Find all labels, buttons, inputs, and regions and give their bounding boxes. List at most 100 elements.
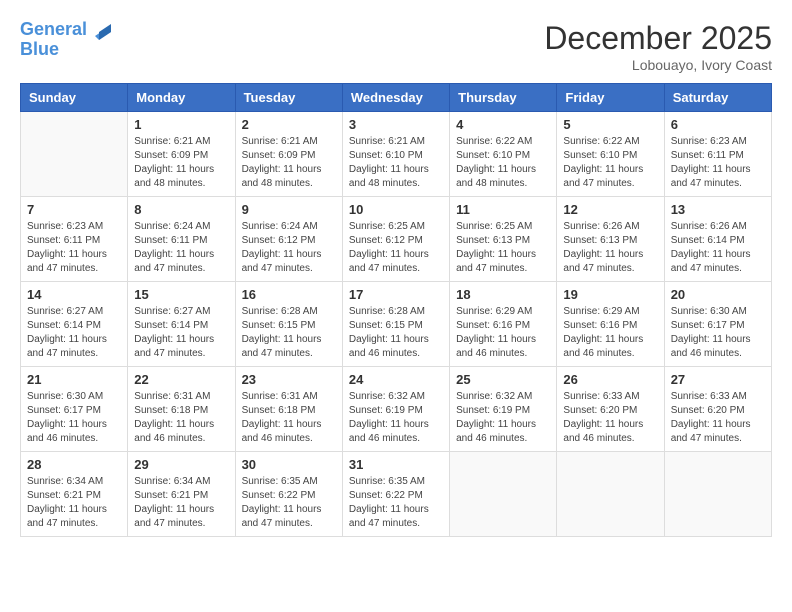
day-cell: 6 Sunrise: 6:23 AMSunset: 6:11 PMDaylight… [664,112,771,197]
day-number: 13 [671,202,765,217]
day-info: Sunrise: 6:27 AMSunset: 6:14 PMDaylight:… [134,305,228,361]
column-header-thursday: Thursday [450,84,557,112]
day-number: 28 [27,457,121,472]
title-section: December 2025 Lobouayo, Ivory Coast [544,20,772,73]
day-number: 18 [456,287,550,302]
day-number: 24 [349,372,443,387]
day-number: 14 [27,287,121,302]
day-info: Sunrise: 6:31 AMSunset: 6:18 PMDaylight:… [242,390,336,446]
column-header-monday: Monday [128,84,235,112]
day-cell: 21 Sunrise: 6:30 AMSunset: 6:17 PMDayligh… [21,367,128,452]
day-number: 26 [563,372,657,387]
day-cell: 1 Sunrise: 6:21 AMSunset: 6:09 PMDaylight… [128,112,235,197]
day-cell: 10Sunrise: 6:25 AMSunset: 6:12 PMDayligh… [342,197,449,282]
day-number: 4 [456,117,550,132]
day-cell: 22 Sunrise: 6:31 AMSunset: 6:18 PMDayligh… [128,367,235,452]
logo: General Blue [20,20,111,60]
day-info: Sunrise: 6:27 AMSunset: 6:14 PMDaylight:… [27,305,121,361]
day-cell: 5 Sunrise: 6:22 AMSunset: 6:10 PMDaylight… [557,112,664,197]
day-info: Sunrise: 6:31 AMSunset: 6:18 PMDaylight:… [134,390,228,446]
column-header-wednesday: Wednesday [342,84,449,112]
calendar-table: SundayMondayTuesdayWednesdayThursdayFrid… [20,83,772,537]
day-number: 27 [671,372,765,387]
logo-blue-text: Blue [20,40,59,60]
day-info: Sunrise: 6:33 AMSunset: 6:20 PMDaylight:… [563,390,657,446]
day-number: 8 [134,202,228,217]
location: Lobouayo, Ivory Coast [544,57,772,73]
day-cell: 25Sunrise: 6:32 AMSunset: 6:19 PMDayligh… [450,367,557,452]
day-cell: 29Sunrise: 6:34 AMSunset: 6:21 PMDayligh… [128,452,235,537]
day-number: 9 [242,202,336,217]
day-number: 20 [671,287,765,302]
day-cell: 26 Sunrise: 6:33 AMSunset: 6:20 PMDayligh… [557,367,664,452]
day-number: 1 [134,117,228,132]
day-cell: 16Sunrise: 6:28 AMSunset: 6:15 PMDayligh… [235,282,342,367]
day-info: Sunrise: 6:23 AMSunset: 6:11 PMDaylight:… [671,135,765,191]
day-info: Sunrise: 6:25 AMSunset: 6:13 PMDaylight:… [456,220,550,276]
day-number: 22 [134,372,228,387]
day-number: 19 [563,287,657,302]
page-header: General Blue December 2025 Lobouayo, Ivo… [20,20,772,73]
column-header-saturday: Saturday [664,84,771,112]
day-info: Sunrise: 6:22 AMSunset: 6:10 PMDaylight:… [563,135,657,191]
day-number: 31 [349,457,443,472]
day-number: 5 [563,117,657,132]
day-info: Sunrise: 6:30 AMSunset: 6:17 PMDaylight:… [671,305,765,361]
day-number: 6 [671,117,765,132]
day-cell: 3Sunrise: 6:21 AMSunset: 6:10 PMDaylight… [342,112,449,197]
day-info: Sunrise: 6:24 AMSunset: 6:11 PMDaylight:… [134,220,228,276]
day-info: Sunrise: 6:34 AMSunset: 6:21 PMDaylight:… [134,475,228,531]
day-cell: 13 Sunrise: 6:26 AMSunset: 6:14 PMDayligh… [664,197,771,282]
day-info: Sunrise: 6:32 AMSunset: 6:19 PMDaylight:… [349,390,443,446]
week-row-2: 7Sunrise: 6:23 AMSunset: 6:11 PMDaylight… [21,197,772,282]
day-number: 10 [349,202,443,217]
day-cell [450,452,557,537]
day-cell: 14 Sunrise: 6:27 AMSunset: 6:14 PMDayligh… [21,282,128,367]
day-info: Sunrise: 6:21 AMSunset: 6:09 PMDaylight:… [242,135,336,191]
day-info: Sunrise: 6:30 AMSunset: 6:17 PMDaylight:… [27,390,121,446]
week-row-3: 14 Sunrise: 6:27 AMSunset: 6:14 PMDayligh… [21,282,772,367]
day-number: 7 [27,202,121,217]
day-cell: 9Sunrise: 6:24 AMSunset: 6:12 PMDaylight… [235,197,342,282]
day-cell: 30Sunrise: 6:35 AMSunset: 6:22 PMDayligh… [235,452,342,537]
day-number: 11 [456,202,550,217]
month-title: December 2025 [544,20,772,57]
day-cell: 20 Sunrise: 6:30 AMSunset: 6:17 PMDayligh… [664,282,771,367]
day-info: Sunrise: 6:21 AMSunset: 6:10 PMDaylight:… [349,135,443,191]
day-cell: 7Sunrise: 6:23 AMSunset: 6:11 PMDaylight… [21,197,128,282]
day-cell: 28 Sunrise: 6:34 AMSunset: 6:21 PMDayligh… [21,452,128,537]
day-cell [664,452,771,537]
week-row-5: 28 Sunrise: 6:34 AMSunset: 6:21 PMDayligh… [21,452,772,537]
day-number: 21 [27,372,121,387]
day-cell: 24 Sunrise: 6:32 AMSunset: 6:19 PMDayligh… [342,367,449,452]
day-info: Sunrise: 6:29 AMSunset: 6:16 PMDaylight:… [456,305,550,361]
day-info: Sunrise: 6:28 AMSunset: 6:15 PMDaylight:… [242,305,336,361]
day-cell: 27 Sunrise: 6:33 AMSunset: 6:20 PMDayligh… [664,367,771,452]
week-row-4: 21 Sunrise: 6:30 AMSunset: 6:17 PMDayligh… [21,367,772,452]
column-header-friday: Friday [557,84,664,112]
day-info: Sunrise: 6:28 AMSunset: 6:15 PMDaylight:… [349,305,443,361]
column-header-sunday: Sunday [21,84,128,112]
day-cell: 2 Sunrise: 6:21 AMSunset: 6:09 PMDaylight… [235,112,342,197]
day-cell: 17Sunrise: 6:28 AMSunset: 6:15 PMDayligh… [342,282,449,367]
day-cell: 18 Sunrise: 6:29 AMSunset: 6:16 PMDayligh… [450,282,557,367]
day-number: 2 [242,117,336,132]
day-info: Sunrise: 6:21 AMSunset: 6:09 PMDaylight:… [134,135,228,191]
day-info: Sunrise: 6:34 AMSunset: 6:21 PMDaylight:… [27,475,121,531]
day-info: Sunrise: 6:35 AMSunset: 6:22 PMDaylight:… [349,475,443,531]
day-number: 15 [134,287,228,302]
column-header-tuesday: Tuesday [235,84,342,112]
day-cell: 11 Sunrise: 6:25 AMSunset: 6:13 PMDayligh… [450,197,557,282]
logo-icon [89,18,111,40]
day-info: Sunrise: 6:26 AMSunset: 6:14 PMDaylight:… [671,220,765,276]
day-cell [557,452,664,537]
day-cell: 4Sunrise: 6:22 AMSunset: 6:10 PMDaylight… [450,112,557,197]
day-info: Sunrise: 6:33 AMSunset: 6:20 PMDaylight:… [671,390,765,446]
day-info: Sunrise: 6:26 AMSunset: 6:13 PMDaylight:… [563,220,657,276]
day-cell: 12Sunrise: 6:26 AMSunset: 6:13 PMDayligh… [557,197,664,282]
day-number: 23 [242,372,336,387]
day-cell: 19Sunrise: 6:29 AMSunset: 6:16 PMDayligh… [557,282,664,367]
day-cell: 8 Sunrise: 6:24 AMSunset: 6:11 PMDaylight… [128,197,235,282]
day-info: Sunrise: 6:35 AMSunset: 6:22 PMDaylight:… [242,475,336,531]
calendar-header-row: SundayMondayTuesdayWednesdayThursdayFrid… [21,84,772,112]
